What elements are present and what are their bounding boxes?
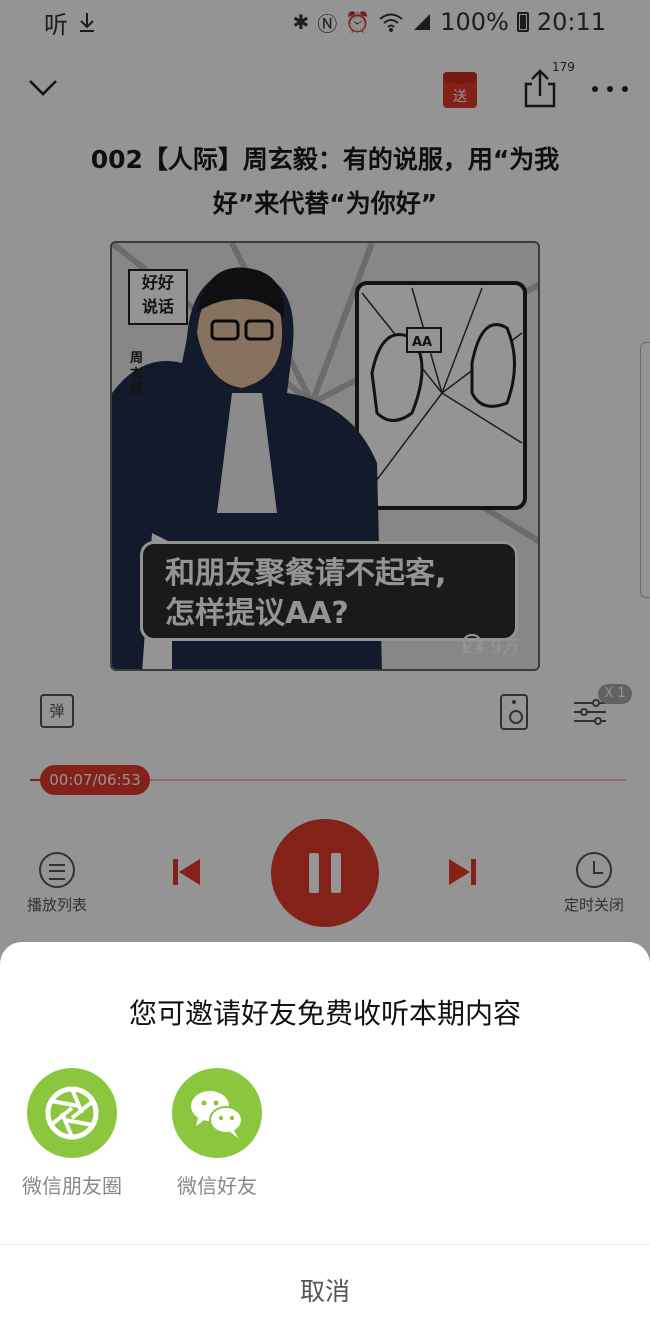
share-wechat-friends-button[interactable]: 微信好友 bbox=[157, 1068, 277, 1199]
share-target-label: 微信好友 bbox=[177, 1174, 257, 1198]
share-target-label: 微信朋友圈 bbox=[22, 1174, 122, 1198]
wechat-icon bbox=[172, 1068, 262, 1158]
share-bottom-sheet: 您可邀请好友免费收听本期内容 微信朋友圈 微信好友 取消 bbox=[0, 942, 650, 1336]
cancel-button[interactable]: 取消 bbox=[0, 1245, 650, 1336]
sheet-title: 您可邀请好友免费收听本期内容 bbox=[128, 997, 521, 1030]
wechat-moments-icon bbox=[27, 1068, 117, 1158]
share-wechat-moments-button[interactable]: 微信朋友圈 bbox=[12, 1068, 132, 1199]
